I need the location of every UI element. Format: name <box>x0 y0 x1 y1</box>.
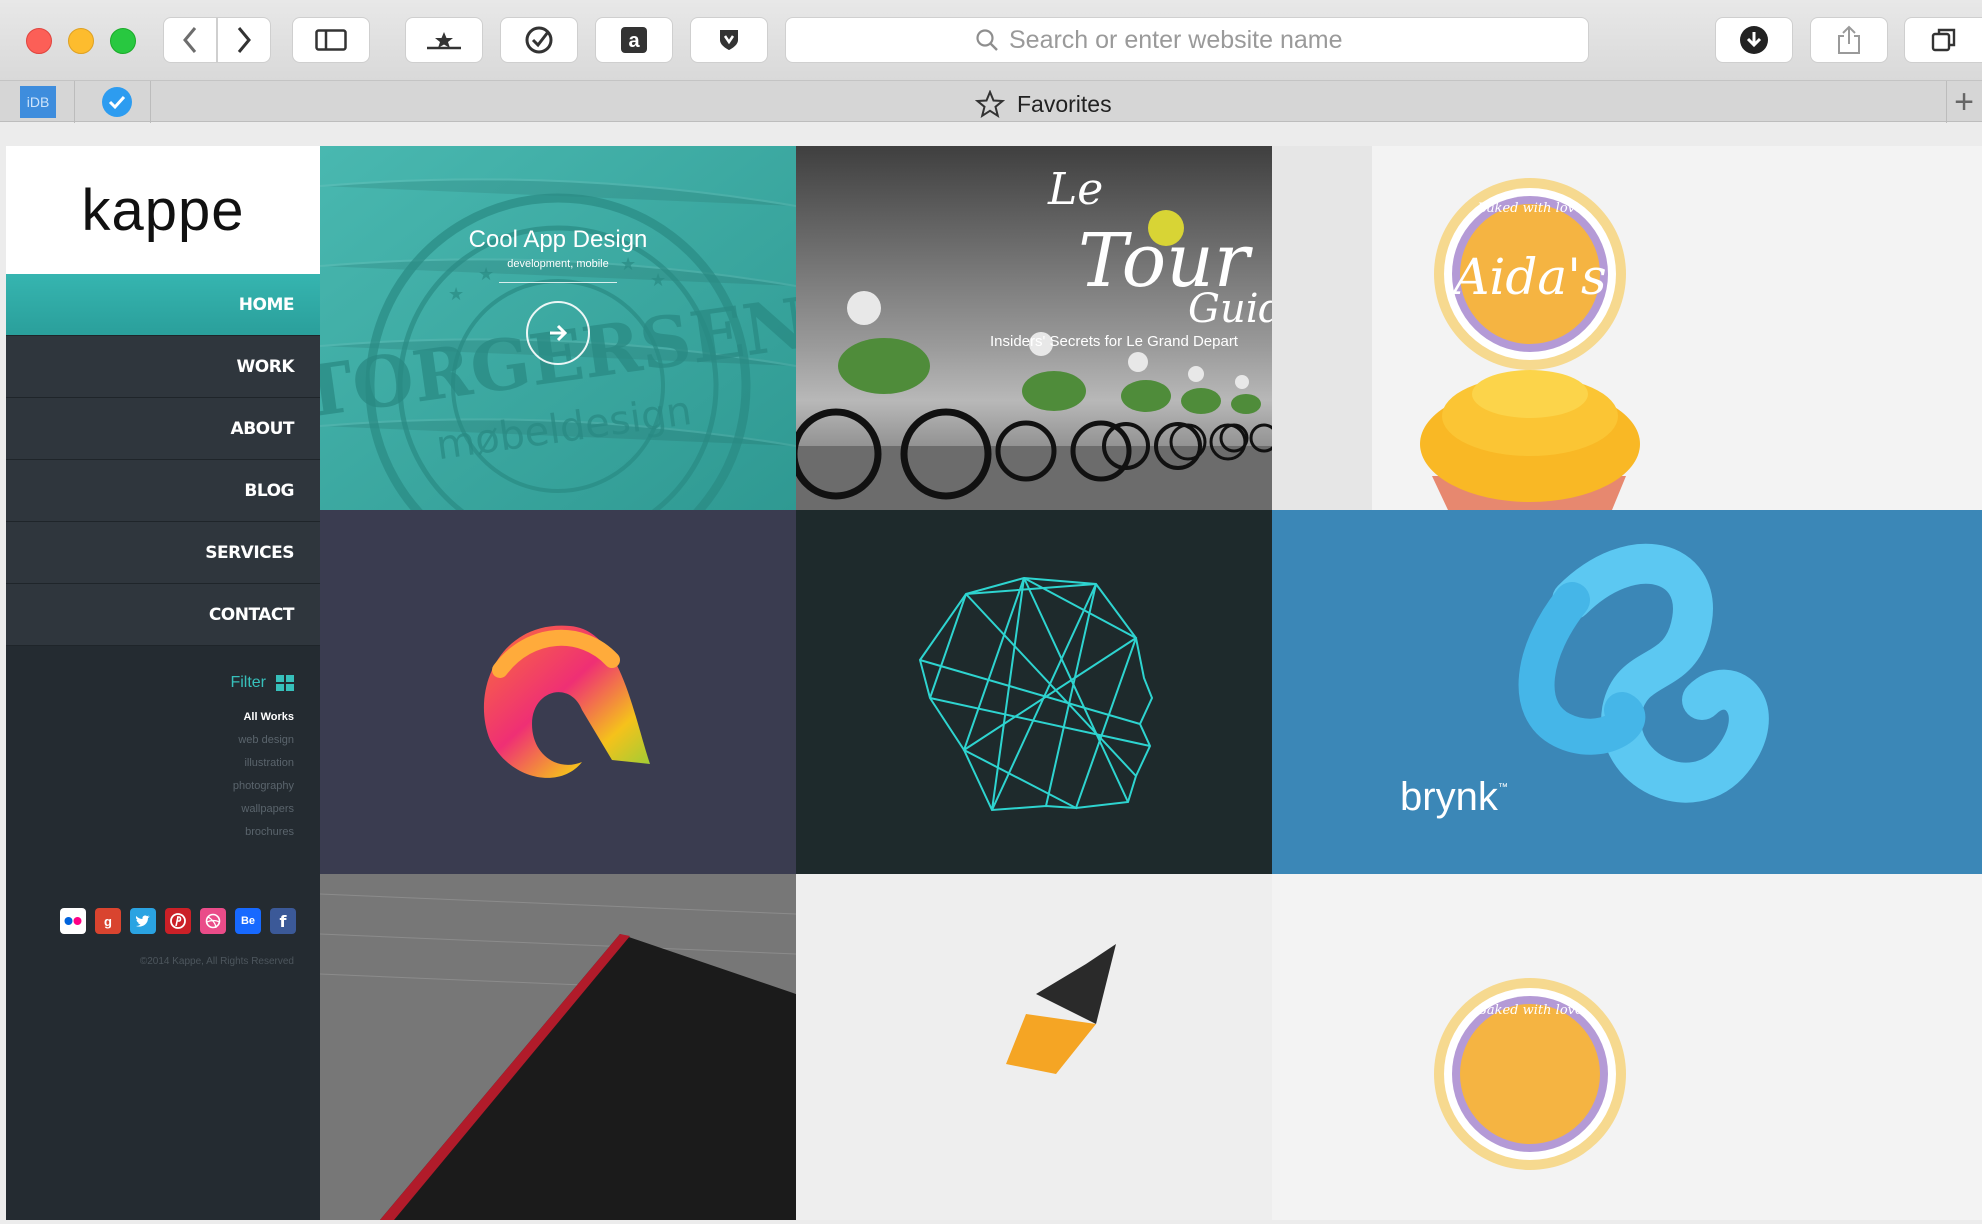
nav-item-about[interactable]: ABOUT <box>6 398 320 460</box>
portfolio-item-aidas-repeat[interactable]: Baked with love <box>1272 874 1982 1220</box>
filter-item-all-works[interactable]: All Works <box>6 706 294 729</box>
tabs-icon <box>1931 28 1955 52</box>
social-links: g Be f <box>6 908 320 934</box>
browser-window: a iDB Favorites + <box>0 0 1982 1224</box>
nav-item-work[interactable]: WORK <box>6 336 320 398</box>
address-bar[interactable] <box>785 17 1589 63</box>
check-circle-icon <box>525 26 553 54</box>
filter-item-photography[interactable]: photography <box>6 775 294 798</box>
featured-subtitle: development, mobile <box>507 258 609 270</box>
favorites-bar: iDB Favorites + <box>0 80 1982 123</box>
arrow-right-icon <box>550 324 568 342</box>
cupcake-image: Baked with love Aida's <box>1272 146 1982 510</box>
browser-toolbar: a <box>0 0 1982 80</box>
portfolio-item-a-logo[interactable] <box>320 510 796 874</box>
portfolio-grid: TORGERSEN møbeldesign ★ ★ ★ ★ Cool App Des… <box>320 146 1982 1220</box>
twitter-icon[interactable] <box>130 908 156 934</box>
portfolio-item-wireframe-head[interactable] <box>796 510 1272 874</box>
behance-icon[interactable]: Be <box>235 908 261 934</box>
portfolio-filter: Filter All Works web design illustration… <box>6 674 320 844</box>
featured-caption: Cool App Design development, mobile <box>320 226 796 365</box>
nav-item-home[interactable]: HOME <box>6 274 320 336</box>
facebook-icon[interactable]: f <box>270 908 296 934</box>
amazon-icon: a <box>621 27 647 53</box>
chevron-right-icon <box>237 27 251 53</box>
site-sidebar: kappe HOME WORK ABOUT BLOG SERVICES CONT… <box>6 146 320 1220</box>
portfolio-item-business-cards[interactable] <box>320 874 796 1220</box>
search-icon <box>976 29 998 51</box>
svg-text:Guide: Guide <box>1188 286 1272 332</box>
filter-item-web-design[interactable]: web design <box>6 729 294 752</box>
bookmarks-button[interactable] <box>405 17 483 63</box>
portfolio-item-low-poly[interactable] <box>796 874 1272 1220</box>
web-page: kappe HOME WORK ABOUT BLOG SERVICES CONT… <box>6 146 1982 1220</box>
nav-item-contact[interactable]: CONTACT <box>6 584 320 646</box>
svg-text:brynk: brynk <box>1400 775 1499 819</box>
download-icon <box>1740 26 1768 54</box>
sidebar-icon <box>315 29 347 51</box>
star-outline-icon <box>975 90 1005 118</box>
extension-check-button[interactable] <box>500 17 578 63</box>
filter-toggle[interactable]: Filter <box>6 674 294 692</box>
filter-item-wallpapers[interactable]: wallpapers <box>6 798 294 821</box>
business-cards-image <box>320 874 796 1220</box>
svg-text:Insiders' Secrets for Le Grand: Insiders' Secrets for Le Grand Depart <box>990 333 1239 350</box>
low-poly-image <box>796 874 1272 1220</box>
svg-text:™: ™ <box>1498 782 1508 793</box>
shield-extension-button[interactable] <box>690 17 768 63</box>
portfolio-item-aidas[interactable]: Baked with love Aida's <box>1272 146 1982 510</box>
dribbble-icon[interactable] <box>200 908 226 934</box>
badge-image: Baked with love <box>1272 874 1982 1220</box>
svg-text:Aida's: Aida's <box>1449 248 1606 306</box>
site-logo[interactable]: kappe <box>6 146 320 274</box>
nav-item-services[interactable]: SERVICES <box>6 522 320 584</box>
pinterest-icon[interactable] <box>165 908 191 934</box>
star-box-icon <box>427 32 461 50</box>
amazon-extension-button[interactable]: a <box>595 17 673 63</box>
svg-text:Le: Le <box>1047 164 1103 215</box>
portfolio-item-le-tour-guide[interactable]: Le Tour Guide Insiders' Secrets for Le G… <box>796 146 1272 510</box>
gradient-a-logo-image <box>483 625 650 778</box>
svg-text:Baked with love: Baked with love <box>1476 1003 1583 1018</box>
sidebar-toggle-button[interactable] <box>292 17 370 63</box>
nav-item-blog[interactable]: BLOG <box>6 460 320 522</box>
filter-label: Filter <box>230 674 266 691</box>
bookmark-divider <box>150 81 151 123</box>
address-input[interactable] <box>1009 25 1399 55</box>
grid-icon <box>276 675 294 691</box>
minimize-window-button[interactable] <box>68 28 94 54</box>
ribbon-logo-image: brynk ™ <box>1400 543 1769 819</box>
view-project-button[interactable] <box>526 301 590 365</box>
tabbar-divider <box>1946 81 1947 123</box>
back-button[interactable] <box>163 17 217 63</box>
favorites-tab-title[interactable]: Favorites <box>975 90 1112 118</box>
zoom-window-button[interactable] <box>110 28 136 54</box>
bookmark-divider <box>74 81 75 123</box>
forward-button[interactable] <box>217 17 271 63</box>
bookmark-check[interactable] <box>92 85 142 119</box>
close-window-button[interactable] <box>26 28 52 54</box>
flickr-icon[interactable] <box>60 908 86 934</box>
chevron-left-icon <box>183 27 197 53</box>
caption-divider <box>499 282 617 283</box>
copyright-text: ©2014 Kappe, All Rights Reserved <box>139 956 294 967</box>
tab-overview-button[interactable] <box>1904 17 1982 63</box>
share-icon <box>1838 25 1860 54</box>
filter-item-brochures[interactable]: brochures <box>6 821 294 844</box>
share-button[interactable] <box>1810 17 1888 63</box>
polygon-head-image <box>918 576 1154 812</box>
bookmark-idb[interactable]: iDB <box>20 86 56 118</box>
downloads-button[interactable] <box>1715 17 1793 63</box>
portfolio-item-brynk[interactable]: brynk ™ <box>1272 510 1982 874</box>
svg-text:a: a <box>628 30 640 52</box>
check-badge-icon <box>102 87 132 117</box>
portfolio-item-cool-app-design[interactable]: TORGERSEN møbeldesign ★ ★ ★ ★ Cool App Des… <box>320 146 796 510</box>
google-plus-icon[interactable]: g <box>95 908 121 934</box>
cyclists-image: Le Tour Guide Insiders' Secrets for Le G… <box>796 146 1272 510</box>
shield-icon <box>720 30 738 50</box>
featured-title: Cool App Design <box>468 226 648 253</box>
filter-item-illustration[interactable]: illustration <box>6 752 294 775</box>
new-tab-button[interactable]: + <box>1954 85 1974 119</box>
svg-text:Baked with love: Baked with love <box>1476 201 1583 216</box>
